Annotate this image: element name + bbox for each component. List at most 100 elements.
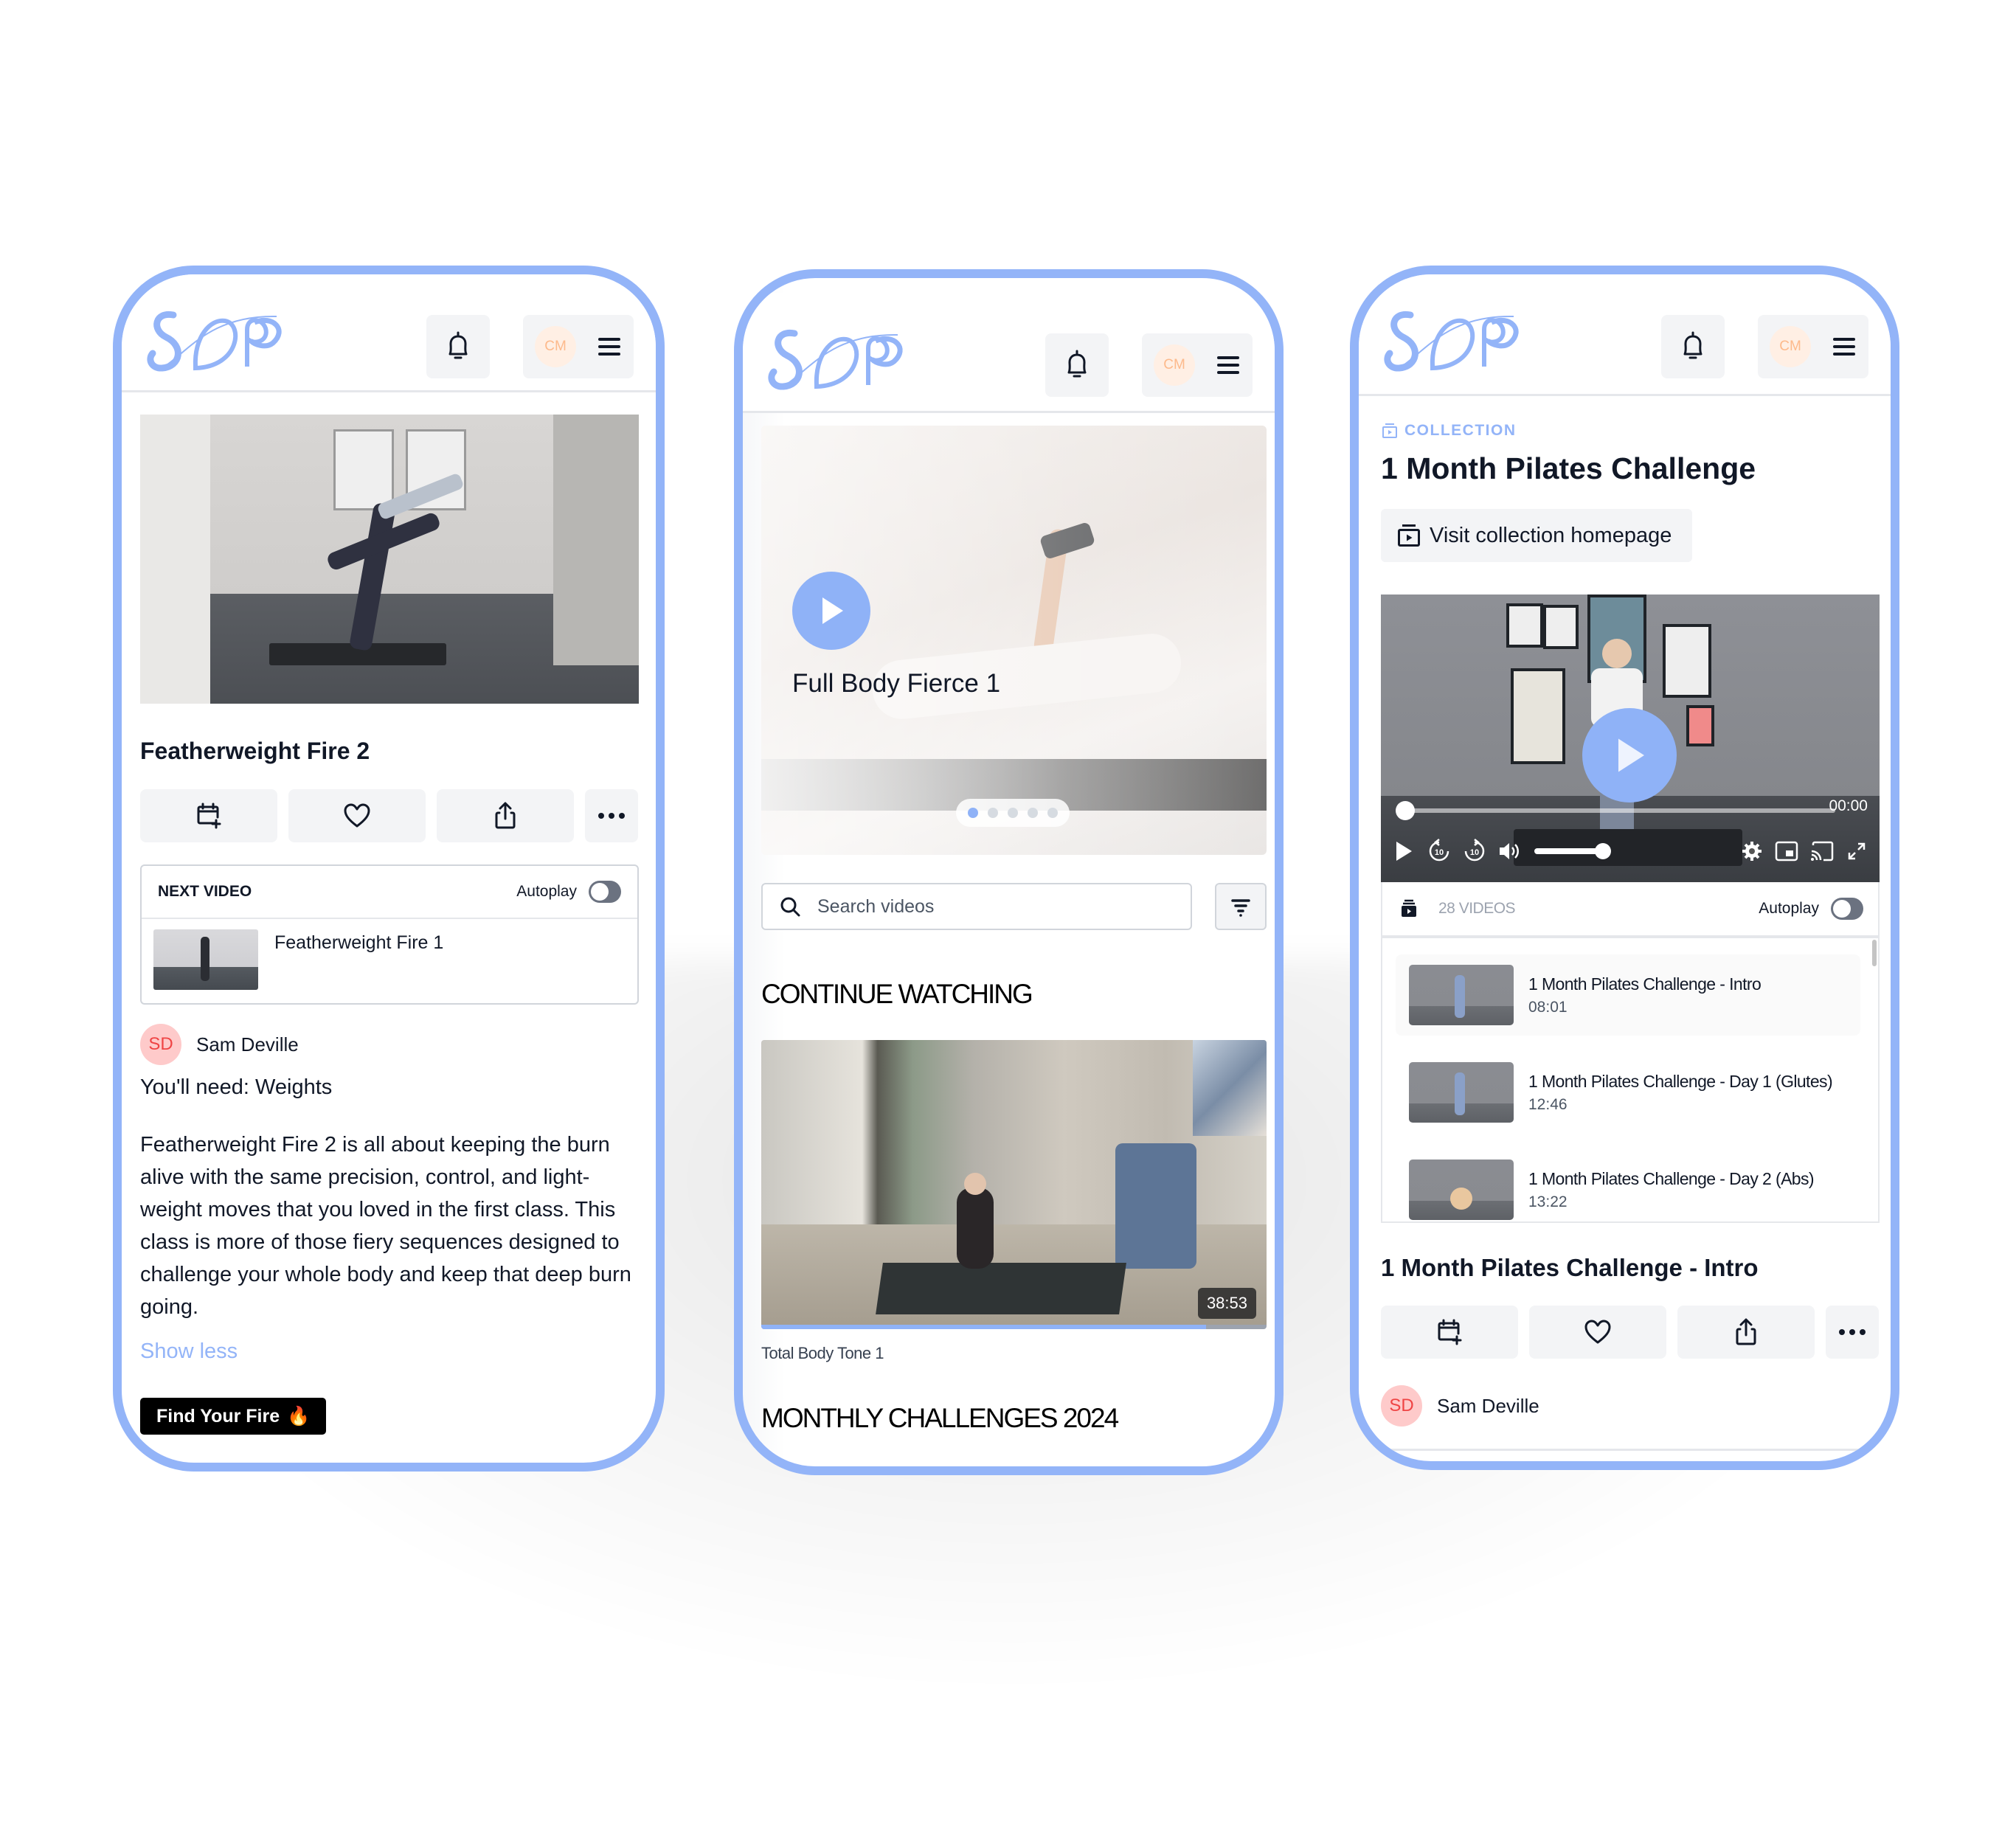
playlist-item-title: 1 Month Pilates Challenge - Intro — [1528, 974, 1762, 994]
continue-watching-heading: CONTINUE WATCHING — [761, 979, 1033, 1009]
seek-bar[interactable] — [1404, 808, 1835, 813]
featured-carousel[interactable]: Full Body Fierce 1 — [761, 426, 1267, 855]
autoplay-toggle[interactable] — [1831, 898, 1863, 920]
playlist-item[interactable]: 1 Month Pilates Challenge - Intro 08:01 — [1396, 954, 1860, 1036]
video-actions — [140, 789, 638, 842]
current-time: 00:00 — [1829, 797, 1868, 814]
share-icon — [495, 802, 516, 829]
play-icon — [1618, 738, 1644, 772]
schedule-button[interactable] — [1381, 1306, 1518, 1359]
armchair-shape — [1115, 1143, 1196, 1269]
divider — [1359, 1449, 1891, 1451]
playlist-item[interactable]: 1 Month Pilates Challenge - Day 2 (Abs) … — [1396, 1149, 1860, 1221]
video-player[interactable]: 00:00 10 10 — [1381, 595, 1880, 882]
playlist-item[interactable]: 1 Month Pilates Challenge - Day 1 (Glute… — [1396, 1052, 1860, 1133]
search-box[interactable] — [761, 883, 1192, 930]
forward-10-icon[interactable]: 10 — [1462, 839, 1487, 864]
carousel-dot[interactable] — [1008, 808, 1018, 818]
playlist-item-duration: 12:46 — [1528, 1095, 1568, 1113]
more-options-button[interactable] — [585, 789, 638, 842]
filter-button[interactable] — [1215, 883, 1267, 930]
hero-title: Full Body Fierce 1 — [792, 669, 1001, 698]
notifications-button[interactable] — [1661, 315, 1725, 378]
continue-watching-title[interactable]: Total Body Tone 1 — [761, 1344, 884, 1363]
share-button[interactable] — [1677, 1306, 1815, 1359]
carousel-dot[interactable] — [968, 808, 978, 818]
volume-icon[interactable] — [1497, 840, 1521, 862]
share-icon — [1736, 1318, 1756, 1345]
hero-play-button[interactable] — [792, 572, 870, 650]
playlist-item-thumbnail — [1409, 965, 1514, 1025]
more-horizontal-icon — [598, 813, 625, 819]
playlist-item-title: 1 Month Pilates Challenge - Day 1 (Glute… — [1528, 1071, 1833, 1091]
schedule-button[interactable] — [140, 789, 277, 842]
continue-watching-thumbnail[interactable]: 38:53 — [761, 1040, 1267, 1328]
favourite-button[interactable] — [288, 789, 426, 842]
picture-in-picture-icon[interactable] — [1775, 841, 1798, 862]
notifications-button[interactable] — [1045, 333, 1109, 397]
cta-label: Find Your Fire — [156, 1405, 280, 1427]
heart-icon — [344, 803, 370, 828]
video-thumbnail[interactable] — [140, 415, 639, 704]
playlist: 1 Month Pilates Challenge - Intro 08:01 … — [1381, 937, 1880, 1223]
favourite-button[interactable] — [1529, 1306, 1666, 1359]
next-video-heading: NEXT VIDEO — [158, 883, 252, 900]
account-menu-button[interactable]: CM — [1142, 333, 1253, 397]
playlist-header: 28 VIDEOS Autoplay — [1381, 882, 1880, 937]
playlist-scrollbar[interactable] — [1872, 940, 1877, 966]
carousel-dot[interactable] — [1047, 808, 1058, 818]
find-your-fire-button[interactable]: Find Your Fire 🔥 — [140, 1398, 327, 1435]
seek-handle[interactable] — [1396, 801, 1415, 820]
figure-shape — [957, 1188, 994, 1269]
account-menu-button[interactable]: CM — [1758, 315, 1868, 378]
sdp-logo[interactable] — [765, 326, 912, 392]
current-video-title: 1 Month Pilates Challenge - Intro — [1381, 1254, 1759, 1281]
show-less-link[interactable]: Show less — [140, 1339, 238, 1364]
share-button[interactable] — [437, 789, 574, 842]
cast-icon[interactable] — [1810, 841, 1834, 862]
playlist-item-title: 1 Month Pilates Challenge - Day 2 (Abs) — [1528, 1168, 1815, 1188]
autoplay-toggle[interactable] — [589, 881, 621, 903]
carousel-dot[interactable] — [1028, 808, 1038, 818]
instructor[interactable]: SD Sam Deville — [140, 1024, 299, 1065]
notifications-button[interactable] — [426, 315, 490, 378]
play-icon[interactable] — [1394, 840, 1413, 862]
visit-collection-label: Visit collection homepage — [1430, 523, 1672, 547]
collection-icon — [1382, 423, 1397, 438]
filter-icon — [1231, 899, 1250, 917]
app-header: CM — [122, 274, 656, 392]
more-options-button[interactable] — [1826, 1306, 1879, 1359]
account-menu-button[interactable]: CM — [523, 315, 634, 378]
watch-progress-fill — [761, 1325, 1206, 1329]
autoplay-label: Autoplay — [516, 883, 577, 900]
phone-video-detail: CM Featherweight Fire 2 NEXT VIDEO Autop… — [113, 266, 665, 1472]
player-controls: 10 10 — [1394, 834, 1866, 868]
next-video-item[interactable]: Featherweight Fire 1 — [142, 919, 637, 1000]
collection-icon — [1398, 524, 1420, 547]
hamburger-menu-icon — [1833, 338, 1855, 356]
fullscreen-icon[interactable] — [1847, 842, 1866, 861]
bell-icon — [1683, 331, 1702, 359]
svg-text:10: 10 — [1470, 848, 1479, 857]
rewind-10-icon[interactable]: 10 — [1427, 839, 1452, 864]
volume-slider[interactable] — [1534, 843, 1611, 859]
carousel-pagination — [956, 799, 1070, 827]
app-header: CM — [743, 293, 1275, 413]
instructor-avatar: SD — [140, 1024, 181, 1065]
search-icon — [780, 897, 800, 917]
video-count: 28 VIDEOS — [1438, 900, 1516, 917]
sdp-logo[interactable] — [1381, 308, 1528, 374]
instructor[interactable]: SD Sam Deville — [1381, 1385, 1539, 1427]
player-play-button[interactable] — [1582, 708, 1677, 803]
video-duration: 38:53 — [1197, 1288, 1256, 1319]
collection-label: COLLECTION — [1381, 422, 1517, 440]
visit-collection-button[interactable]: Visit collection homepage — [1381, 509, 1693, 562]
settings-icon[interactable] — [1741, 840, 1763, 862]
search-input[interactable] — [817, 895, 1171, 918]
playlist-item-duration: 08:01 — [1528, 998, 1568, 1016]
carousel-dot[interactable] — [988, 808, 998, 818]
bell-icon — [448, 331, 468, 359]
volume-handle[interactable] — [1595, 843, 1611, 859]
user-avatar: CM — [1154, 344, 1195, 386]
sdp-logo[interactable] — [144, 308, 291, 374]
